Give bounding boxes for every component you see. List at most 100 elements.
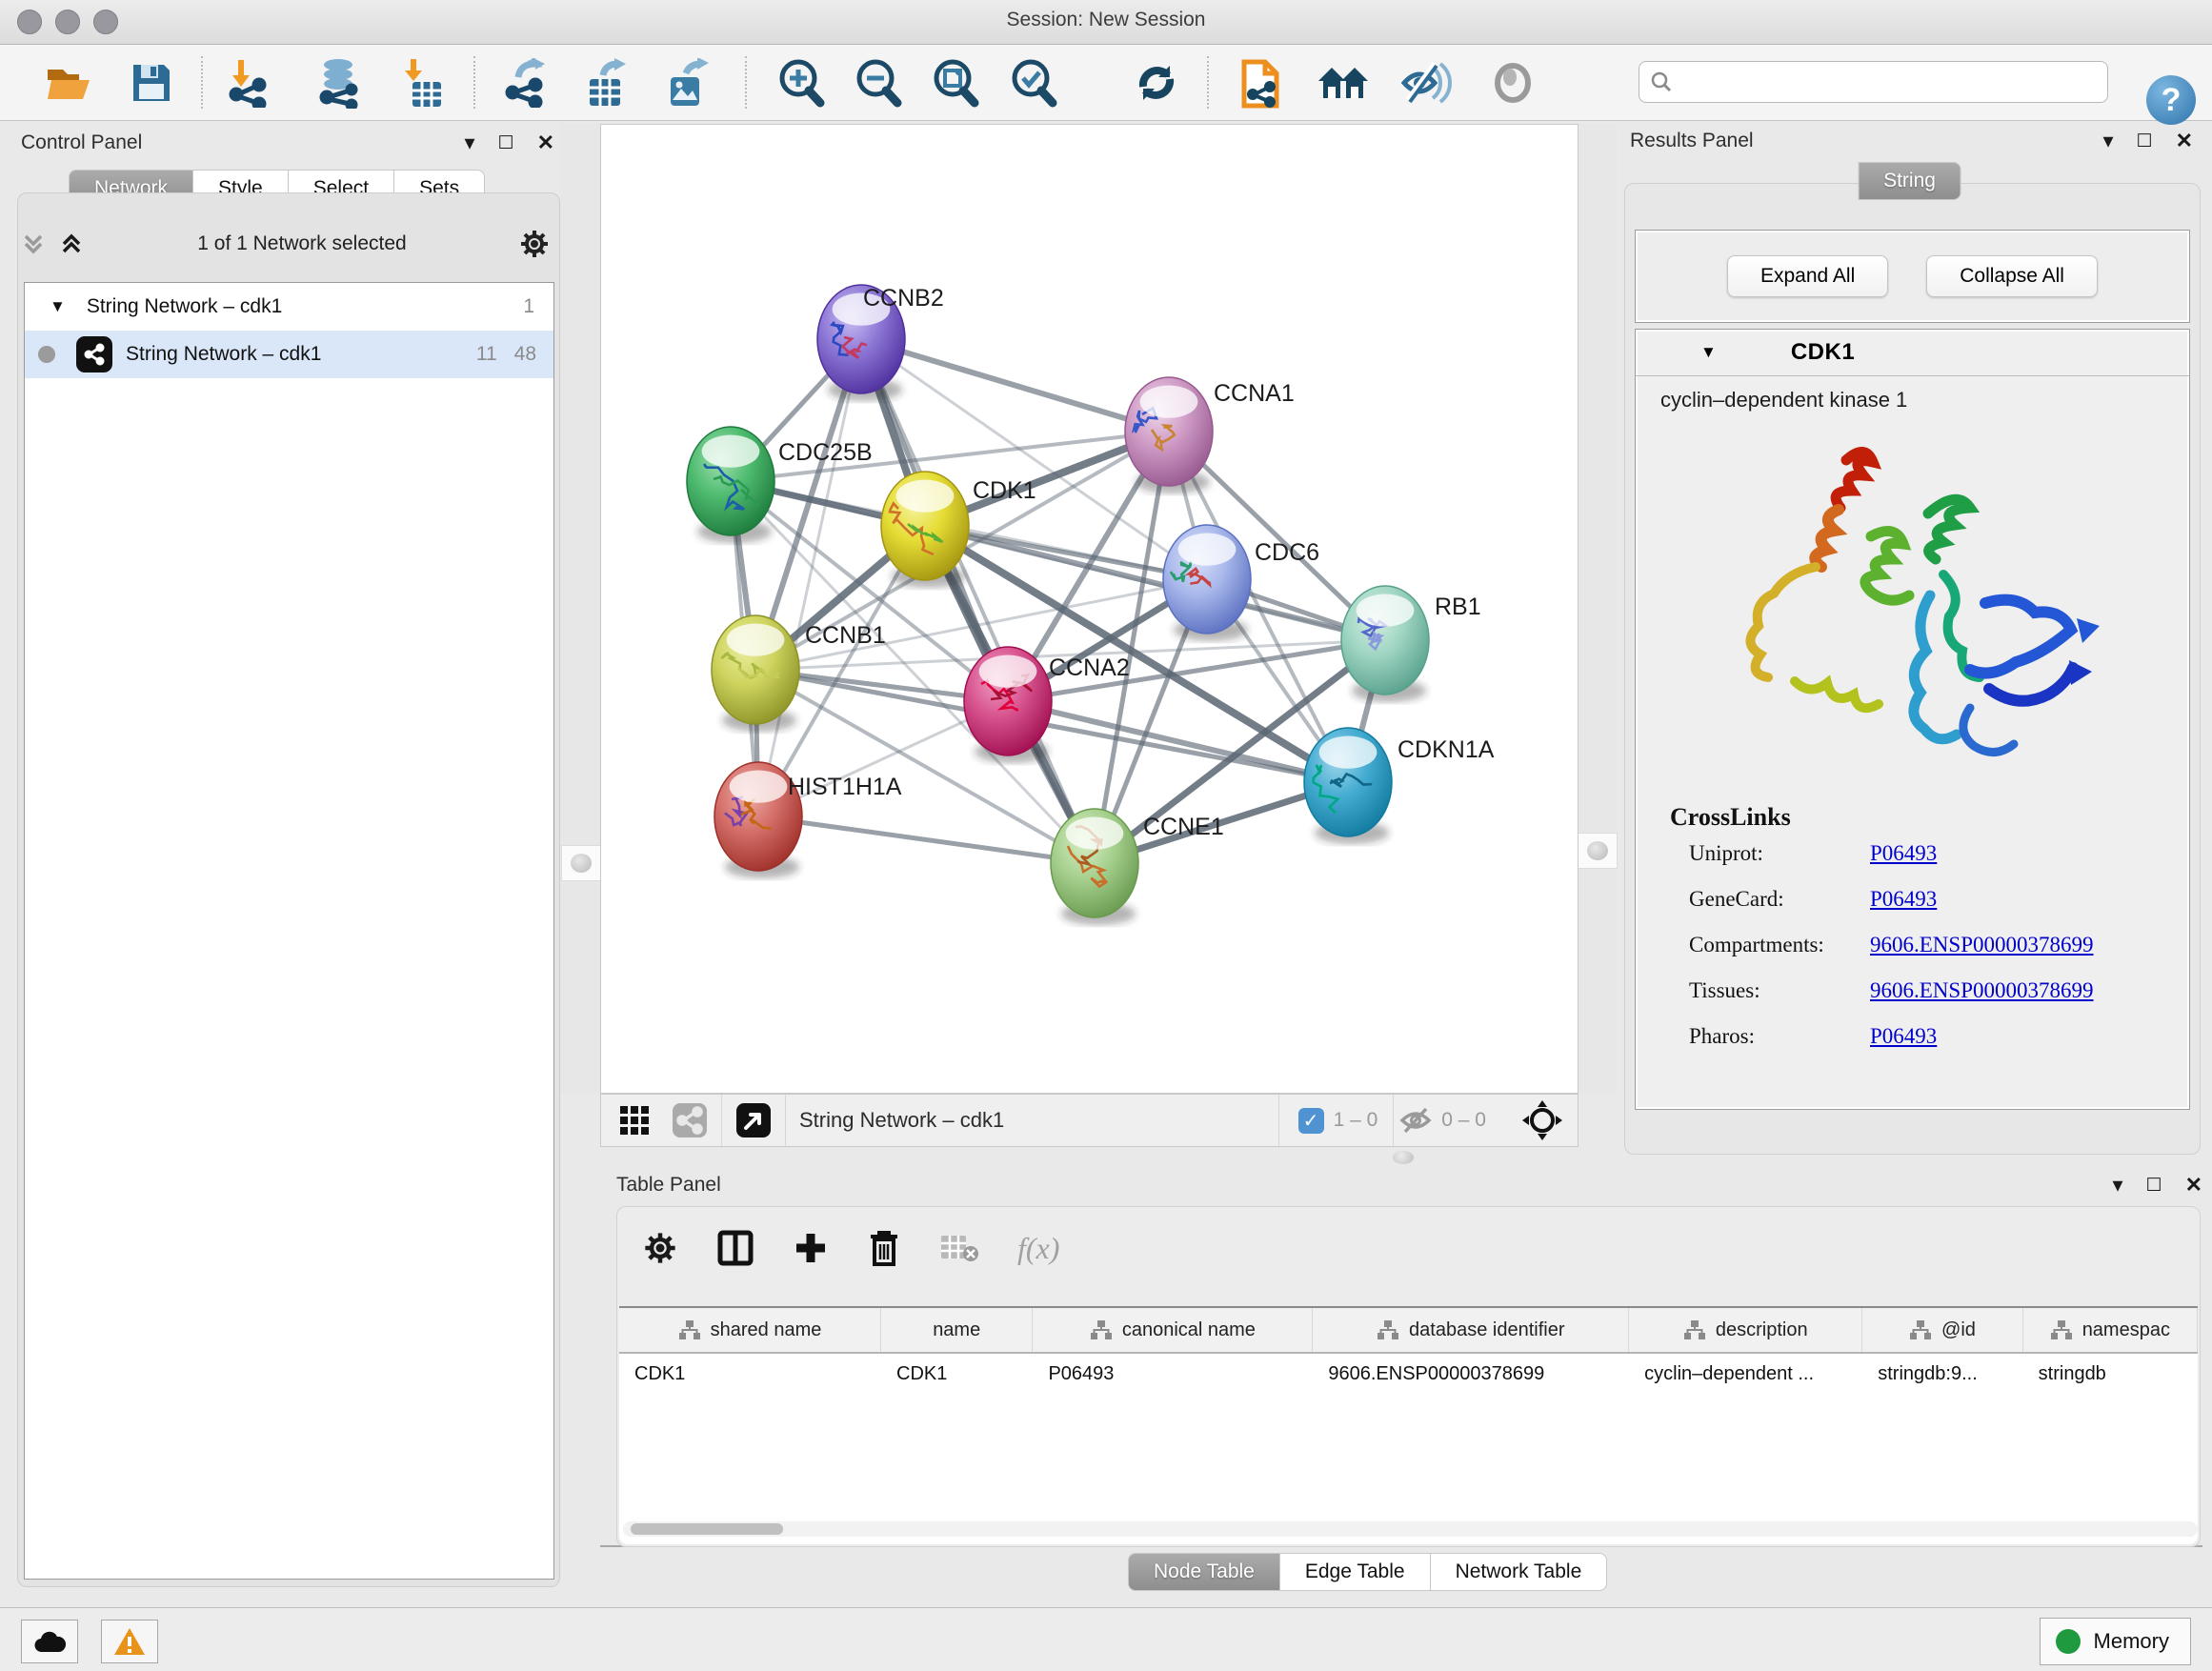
crosslink-value-link[interactable]: 9606.ENSP00000378699 — [1870, 933, 2094, 957]
column-header-namespac[interactable]: namespac — [2023, 1308, 2198, 1352]
column-header-shared-name[interactable]: shared name — [619, 1308, 881, 1352]
import-database-icon[interactable] — [312, 56, 365, 110]
tab-node-table[interactable]: Node Table — [1128, 1553, 1280, 1591]
crosslink-value-link[interactable]: P06493 — [1870, 887, 1937, 912]
node-RB1[interactable]: RB1 — [1341, 586, 1481, 702]
zoom-selected-icon[interactable] — [1006, 56, 1059, 110]
import-table-icon[interactable] — [394, 56, 448, 110]
search-box[interactable] — [1639, 61, 2108, 103]
crosslink-value-link[interactable]: P06493 — [1870, 841, 1937, 866]
control-panel-close-icon[interactable]: ✕ — [537, 132, 554, 153]
table-cell[interactable]: 9606.ENSP00000378699 — [1313, 1354, 1629, 1394]
right-splitter[interactable] — [1579, 124, 1617, 1094]
refresh-icon[interactable] — [1130, 56, 1183, 110]
collapse-all-icon[interactable] — [19, 230, 48, 258]
left-splitter-handle[interactable] — [561, 845, 601, 881]
tab-edge-table[interactable]: Edge Table — [1280, 1553, 1431, 1591]
birdseye-icon[interactable] — [1522, 1100, 1562, 1140]
hide-selected-icon[interactable] — [1399, 56, 1453, 110]
import-network-icon[interactable] — [220, 56, 273, 110]
show-columns-icon[interactable] — [716, 1229, 754, 1267]
table-panel-close-icon[interactable]: ✕ — [2185, 1175, 2202, 1196]
tab-network-table[interactable]: Network Table — [1431, 1553, 1608, 1591]
node-CCNA1[interactable]: CCNA1 — [1125, 377, 1295, 493]
cloud-button[interactable] — [21, 1620, 78, 1663]
zoom-in-icon[interactable] — [774, 56, 827, 110]
share-document-icon[interactable] — [1236, 56, 1289, 110]
open-session-icon[interactable] — [44, 56, 97, 110]
home-icon[interactable] — [1317, 56, 1370, 110]
network-collection-row[interactable]: ▼ String Network – cdk1 1 — [25, 283, 553, 331]
column-header-database-identifier[interactable]: database identifier — [1313, 1308, 1629, 1352]
bottom-splitter-handle[interactable] — [1393, 1151, 1414, 1164]
view-mode-share-icon[interactable] — [672, 1102, 708, 1138]
crosslink-value-link[interactable]: 9606.ENSP00000378699 — [1870, 978, 2094, 1003]
results-panel-title: Results Panel — [1630, 130, 1754, 152]
edge-CCNB2-HIST1H1A[interactable] — [758, 339, 861, 816]
save-session-icon[interactable] — [125, 56, 178, 110]
table-horizontal-scrollbar[interactable] — [623, 1521, 2198, 1537]
node-label-CCNE1: CCNE1 — [1143, 814, 1224, 840]
column-header-name[interactable]: name — [881, 1308, 1033, 1352]
node-CDC6[interactable]: CDC6 — [1163, 525, 1319, 641]
scrollbar-thumb[interactable] — [631, 1523, 783, 1535]
collection-expand-arrow-icon[interactable]: ▼ — [50, 297, 66, 316]
memory-button[interactable]: Memory — [2040, 1618, 2191, 1665]
table-cell[interactable]: cyclin–dependent ... — [1629, 1354, 1862, 1394]
edge-HIST1H1A-CCNE1[interactable] — [758, 816, 1095, 863]
table-panel-maximize-icon[interactable]: ☐ — [2146, 1177, 2162, 1195]
network-canvas[interactable]: CCNB2CCNA1CDC25BCDK1CDC6RB1CCNB1CCNA2CDK… — [600, 124, 1579, 1094]
warnings-button[interactable] — [101, 1620, 158, 1663]
right-splitter-handle[interactable] — [1578, 833, 1618, 869]
node-CCNA2[interactable]: CCNA2 — [964, 647, 1130, 763]
application-window: Session: New Session — [0, 0, 2212, 1671]
results-panel-close-icon[interactable]: ✕ — [2176, 131, 2193, 151]
tab-string[interactable]: String — [1858, 162, 1961, 200]
help-icon[interactable]: ? — [2146, 75, 2196, 125]
table-panel-float-icon[interactable]: ▾ — [2112, 1175, 2122, 1196]
column-header-canonical-name[interactable]: canonical name — [1033, 1308, 1313, 1352]
export-image-icon[interactable] — [660, 56, 714, 110]
node-CDC25B[interactable]: CDC25B — [687, 427, 873, 543]
table-cell[interactable]: CDK1 — [619, 1354, 881, 1394]
node-label-CCNA2: CCNA2 — [1049, 654, 1130, 681]
add-column-icon[interactable] — [793, 1230, 829, 1266]
left-splitter[interactable] — [560, 124, 600, 1094]
table-cell[interactable]: P06493 — [1033, 1354, 1313, 1394]
zoom-out-icon[interactable] — [851, 56, 904, 110]
table-options-gear-icon[interactable] — [642, 1230, 678, 1266]
export-table-icon[interactable] — [579, 56, 633, 110]
search-input[interactable] — [1674, 70, 2107, 94]
open-in-window-icon[interactable] — [735, 1102, 772, 1138]
node-HIST1H1A[interactable]: HIST1H1A — [714, 762, 902, 878]
network-row-selected[interactable]: String Network – cdk1 11 48 — [25, 331, 553, 378]
gene-expand-arrow-icon[interactable]: ▼ — [1700, 343, 1717, 362]
grid-mode-icon[interactable] — [618, 1104, 651, 1137]
column-header--id[interactable]: @id — [1862, 1308, 2022, 1352]
zoom-fit-icon[interactable] — [928, 56, 981, 110]
network-options-gear-icon[interactable] — [518, 228, 551, 260]
export-network-icon[interactable] — [498, 56, 552, 110]
hidden-eye-icon — [1399, 1106, 1432, 1135]
node-CDKN1A[interactable]: CDKN1A — [1304, 728, 1495, 844]
edge-CCNB2-CCNA1[interactable] — [861, 339, 1169, 432]
table-row[interactable]: CDK1CDK1P064939606.ENSP00000378699cyclin… — [619, 1354, 2198, 1394]
crosslink-value-link[interactable]: P06493 — [1870, 1024, 1937, 1049]
results-panel-float-icon[interactable]: ▾ — [2102, 131, 2113, 151]
edge-CCNA2-CDKN1A[interactable] — [1008, 701, 1348, 782]
expand-all-button[interactable]: Expand All — [1727, 255, 1888, 297]
node-CDK1[interactable]: CDK1 — [881, 472, 1036, 588]
table-cell[interactable]: CDK1 — [881, 1354, 1033, 1394]
results-panel-maximize-icon[interactable]: ☐ — [2137, 132, 2153, 151]
column-header-description[interactable]: description — [1629, 1308, 1862, 1352]
collapse-all-button[interactable]: Collapse All — [1926, 255, 2098, 297]
delete-column-icon[interactable] — [867, 1228, 901, 1268]
control-panel-float-icon[interactable]: ▾ — [464, 132, 474, 153]
protein-structure-image — [1703, 422, 2122, 803]
table-cell[interactable]: stringdb — [2023, 1354, 2198, 1394]
selected-checkbox-icon[interactable]: ✓ — [1298, 1108, 1324, 1134]
show-all-icon[interactable] — [1486, 56, 1539, 110]
table-cell[interactable]: stringdb:9... — [1862, 1354, 2022, 1394]
expand-all-icon[interactable] — [57, 230, 86, 258]
control-panel-maximize-icon[interactable]: ☐ — [498, 134, 514, 152]
